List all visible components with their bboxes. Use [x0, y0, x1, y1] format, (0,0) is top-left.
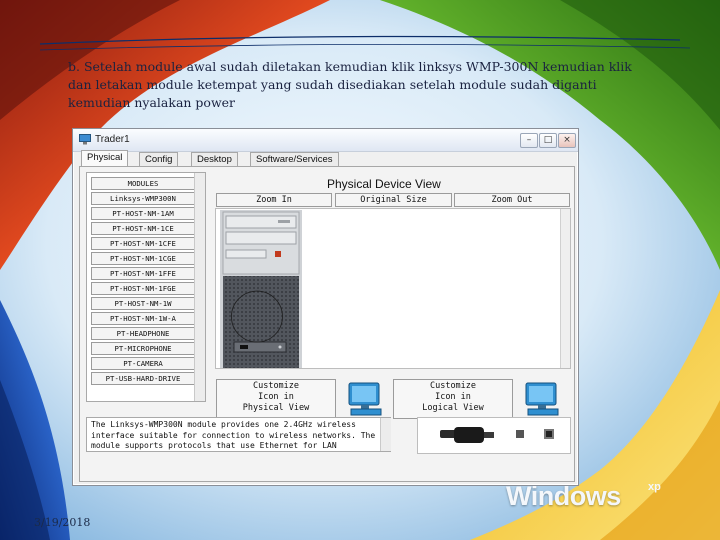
module-description: The Linksys-WMP300N module provides one … [86, 417, 391, 452]
wireless-module-image [417, 417, 571, 454]
description-line: The Linksys-WMP300N module provides one … [91, 420, 356, 429]
computer-monitor-icon [348, 382, 382, 416]
device-view-canvas[interactable] [215, 208, 571, 369]
minimize-button[interactable]: – [520, 133, 538, 148]
physical-device-view-title: Physical Device View [327, 177, 441, 191]
description-line: interface suitable for connection to wir… [91, 430, 376, 440]
slide-date: 3/19/2018 [34, 516, 91, 529]
module-list-scrollbar[interactable] [194, 173, 205, 401]
description-scrollbar[interactable] [380, 418, 391, 451]
zoom-in-button[interactable]: Zoom In [216, 193, 332, 207]
device-config-window: Trader1 – □ × Physical Config Desktop So… [72, 128, 579, 486]
tab-desktop[interactable]: Desktop [191, 152, 238, 167]
module-item[interactable]: PT-USB-HARD-DRIVE [91, 372, 195, 385]
original-size-button[interactable]: Original Size [335, 193, 452, 207]
zoom-out-button[interactable]: Zoom Out [454, 193, 570, 207]
module-item[interactable]: PT-HOST-NM-1AM [91, 207, 195, 220]
pc-icon [79, 134, 91, 145]
module-list: MODULES Linksys-WMP300N PT-HOST-NM-1AM P… [86, 172, 206, 402]
device-view-scrollbar[interactable] [560, 209, 570, 368]
module-item[interactable]: PT-CAMERA [91, 357, 195, 370]
window-title: Trader1 [95, 134, 130, 145]
module-item-linksys-wmp300n[interactable]: Linksys-WMP300N [91, 192, 195, 205]
module-item[interactable]: PT-HOST-NM-1FGE [91, 282, 195, 295]
module-item[interactable]: PT-HOST-NM-1CE [91, 222, 195, 235]
close-button[interactable]: × [558, 133, 576, 148]
customize-label: Customize [252, 381, 300, 391]
module-item[interactable]: PT-HOST-NM-1W-A [91, 312, 195, 325]
window-titlebar[interactable]: Trader1 – □ × [73, 129, 578, 152]
pc-tower-image[interactable] [220, 210, 302, 369]
windows-logo-xp: xp [648, 481, 661, 493]
computer-monitor-icon [525, 382, 559, 416]
tab-config[interactable]: Config [139, 152, 179, 167]
module-item[interactable]: PT-HOST-NM-1W [91, 297, 195, 310]
customize-label: Customize [429, 381, 477, 391]
customize-label: Icon in [435, 392, 471, 402]
module-item[interactable]: PT-MICROPHONE [91, 342, 195, 355]
customize-label: Physical View [242, 403, 310, 413]
description-line: module supports protocols that use Ether… [91, 441, 337, 450]
module-list-header: MODULES [91, 177, 195, 190]
customize-physical-view-button[interactable]: Customize Icon in Physical View [216, 379, 336, 419]
physical-tab-panel: MODULES Linksys-WMP300N PT-HOST-NM-1AM P… [79, 166, 575, 482]
slide-instruction-text: b. Setelah module awal sudah diletakan k… [68, 59, 632, 110]
tab-physical[interactable]: Physical [81, 150, 129, 167]
tab-software-services[interactable]: Software/Services [250, 152, 339, 167]
module-item[interactable]: PT-HEADPHONE [91, 327, 195, 340]
module-item[interactable]: PT-HOST-NM-1CGE [91, 252, 195, 265]
customize-label: Icon in [258, 392, 294, 402]
module-item[interactable]: PT-HOST-NM-1FFE [91, 267, 195, 280]
module-item[interactable]: PT-HOST-NM-1CFE [91, 237, 195, 250]
maximize-button[interactable]: □ [539, 133, 557, 148]
customize-label: Logical View [422, 403, 484, 413]
customize-logical-view-button[interactable]: Customize Icon in Logical View [393, 379, 513, 419]
